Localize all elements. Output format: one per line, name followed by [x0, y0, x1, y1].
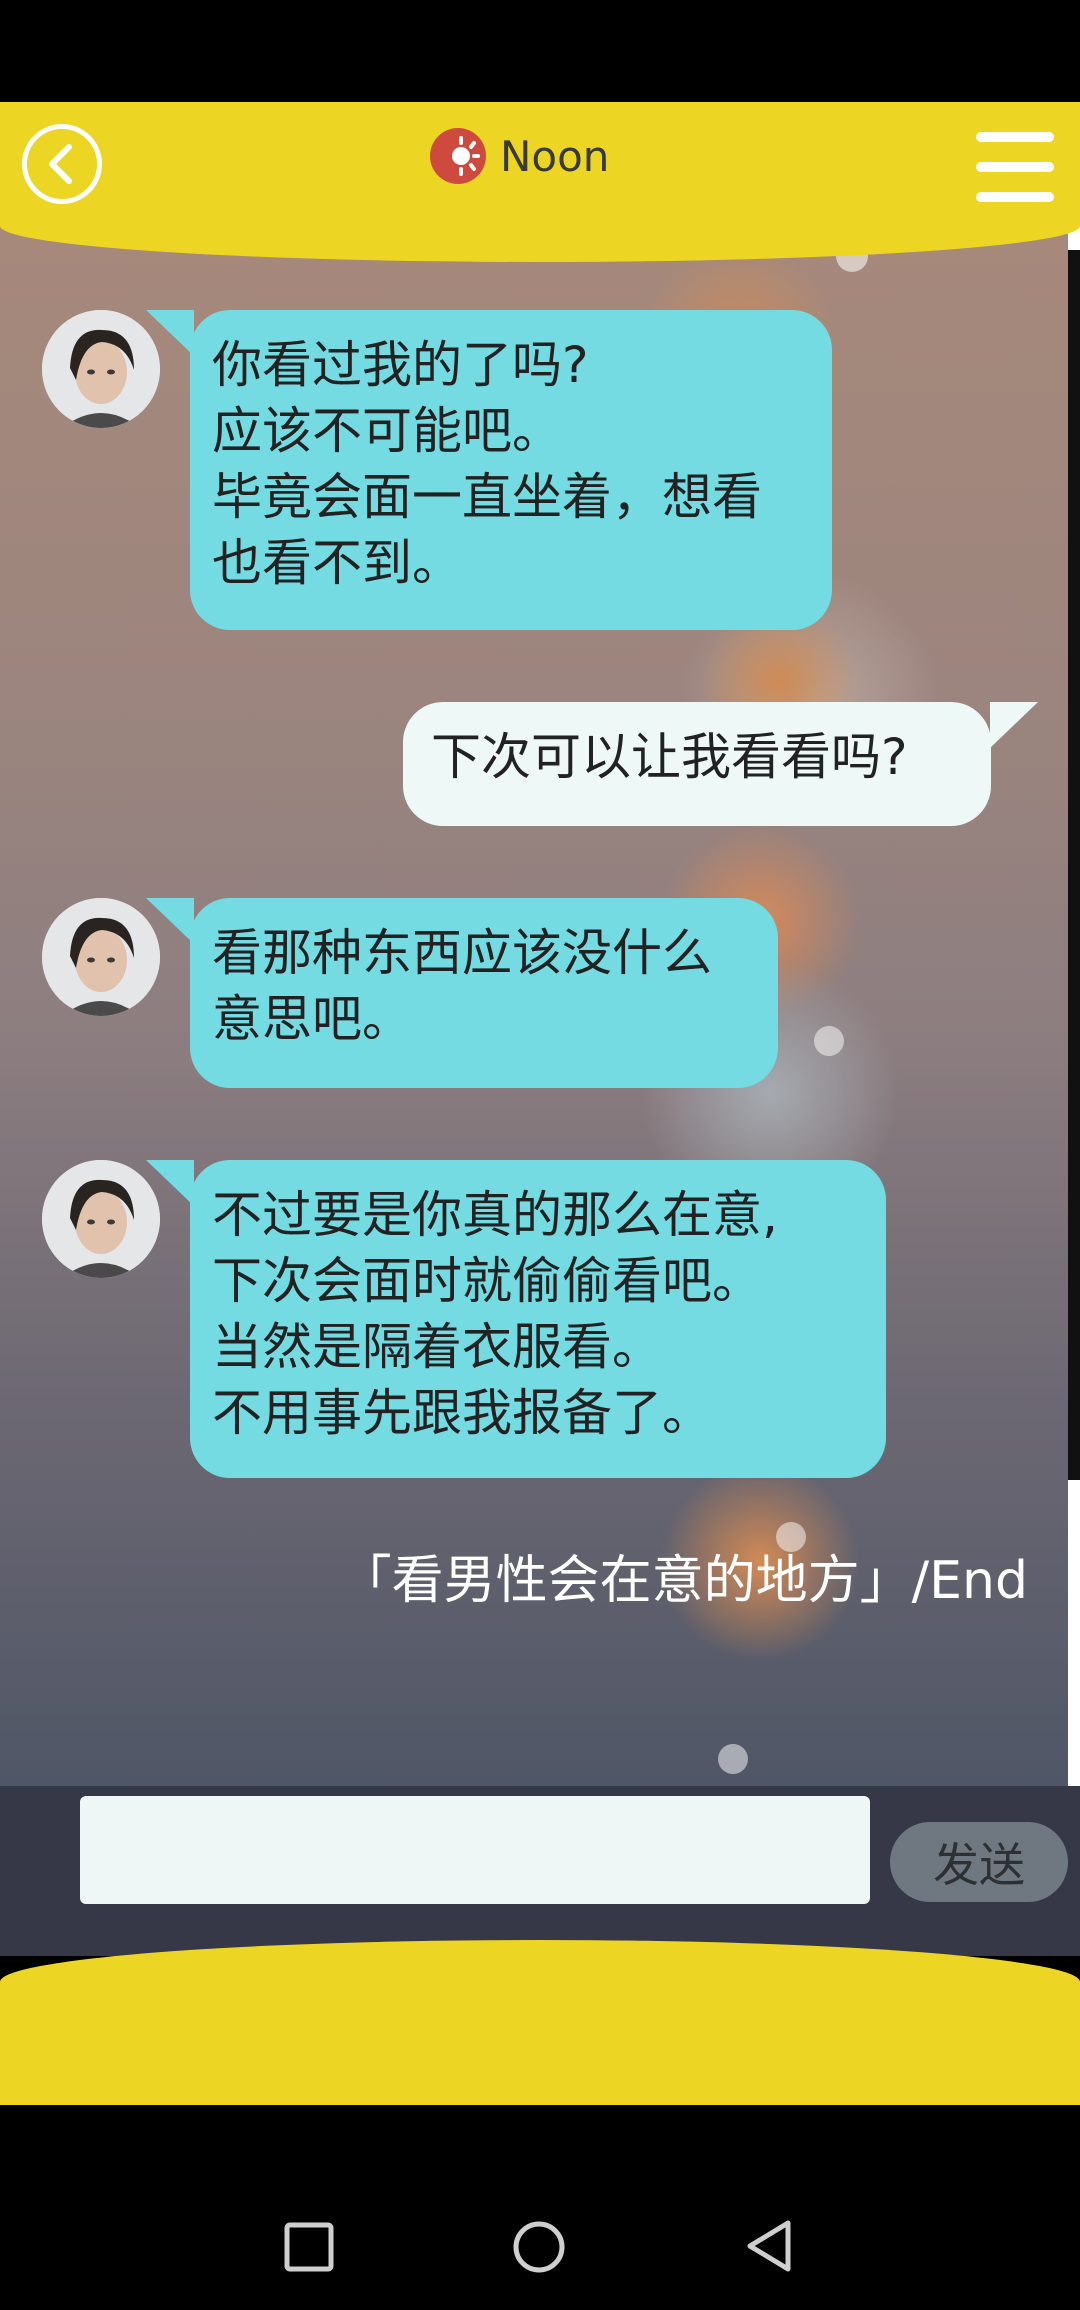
status-bar — [0, 0, 1080, 102]
menu-button[interactable] — [976, 132, 1054, 202]
bubble-tail — [146, 310, 194, 356]
user-message-bubble: 下次可以让我看看吗? — [403, 702, 991, 826]
menu-bar-bottom — [976, 192, 1054, 202]
message-line: 看那种东西应该没什么 — [212, 924, 712, 982]
character-message-bubble: 不过要是你真的那么在意, 下次会面时就偷偷看吧。 当然是隔着衣服看。 不用事先跟… — [190, 1160, 886, 1478]
avatar[interactable] — [42, 898, 160, 1016]
avatar[interactable] — [42, 1160, 160, 1278]
message-input[interactable] — [80, 1796, 870, 1904]
character-message-bubble: 看那种东西应该没什么 意思吧。 — [190, 898, 778, 1088]
message-line: 意思吧。 — [212, 990, 412, 1048]
bubble-tail — [146, 898, 194, 944]
send-button[interactable]: 发送 — [890, 1822, 1068, 1902]
header-title-group: Noon — [430, 126, 609, 186]
screen: Noon 你看过我的了吗? 应该不可能吧。 毕竟会面一直坐着，想看 也看不到。 … — [0, 0, 1080, 2310]
hamburger-menu-icon — [976, 132, 1054, 142]
message-line: 也看不到。 — [212, 534, 462, 592]
send-button-label: 发送 — [933, 1838, 1025, 1892]
back-button[interactable] — [22, 124, 102, 204]
message-line: 不过要是你真的那么在意, — [212, 1186, 778, 1244]
message-line: 你看过我的了吗? — [212, 336, 589, 394]
character-message-bubble: 你看过我的了吗? 应该不可能吧。 毕竟会面一直坐着，想看 也看不到。 — [190, 310, 832, 630]
message-line: 下次可以让我看看吗? — [431, 728, 908, 786]
page-title: Noon — [500, 131, 610, 181]
circle-home-icon[interactable] — [512, 2220, 566, 2274]
message-line: 毕竟会面一直坐着，想看 — [212, 468, 762, 526]
bubble-tail — [990, 702, 1038, 748]
message-line: 下次会面时就偷偷看吧。 — [212, 1252, 762, 1310]
system-nav-bar — [0, 2105, 1080, 2310]
message-line: 应该不可能吧。 — [212, 402, 562, 460]
story-end-label: 「看男性会在意的地方」/End — [339, 1551, 1028, 1611]
square-recents-icon[interactable] — [284, 2222, 334, 2272]
menu-bar-middle — [976, 162, 1054, 172]
avatar[interactable] — [42, 310, 160, 428]
bubble-tail — [146, 1160, 194, 1206]
message-line: 当然是隔着衣服看。 — [212, 1318, 662, 1376]
back-circle-icon — [49, 144, 72, 184]
sun-icon — [430, 128, 486, 184]
triangle-back-icon[interactable] — [744, 2218, 794, 2274]
app-footer — [0, 1940, 1080, 2105]
scrollbar-thumb[interactable] — [1068, 250, 1080, 1480]
message-line: 不用事先跟我报备了。 — [212, 1384, 712, 1442]
